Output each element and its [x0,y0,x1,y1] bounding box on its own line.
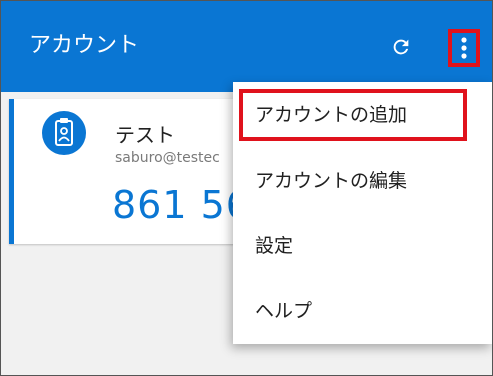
screenshot-frame: アカウント テスト saburo@testec 861 56 アカウントの追加 … [0,0,493,376]
account-email: saburo@testec [115,150,220,166]
more-options-button[interactable] [448,29,480,67]
app-title: アカウント [29,33,140,58]
more-vert-icon [461,37,467,59]
menu-item-edit-accounts[interactable]: アカウントの編集 [233,148,492,208]
menu-item-label: アカウントの追加 [255,104,408,126]
menu-item-label: ヘルプ [255,300,313,322]
menu-item-settings[interactable]: 設定 [233,213,492,273]
overflow-menu: アカウントの追加 アカウントの編集 設定 ヘルプ [233,82,492,344]
refresh-icon-glyph [393,39,409,55]
menu-item-add-account[interactable]: アカウントの追加 [233,82,492,142]
id-badge-icon [55,118,73,146]
refresh-icon[interactable] [384,30,418,64]
menu-item-label: アカウントの編集 [255,170,408,192]
menu-item-help[interactable]: ヘルプ [233,278,492,338]
verification-code: 861 56 [112,183,251,227]
account-name: テスト [115,123,175,147]
menu-item-label: 設定 [255,235,294,257]
avatar [42,111,86,155]
app-bar: アカウント [1,1,492,92]
